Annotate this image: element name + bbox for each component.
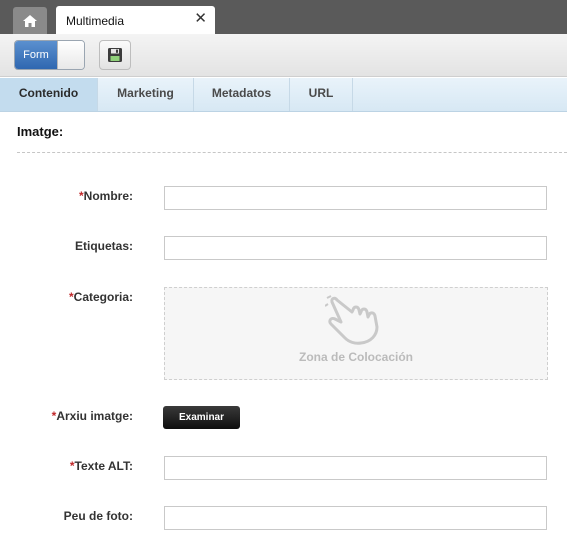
close-icon[interactable]: ✕ [194, 11, 207, 26]
document-tab[interactable]: Multimedia ✕ [56, 6, 215, 34]
save-button[interactable] [99, 40, 131, 70]
hand-pointer-icon [325, 295, 379, 345]
content-tabs: Contenido Marketing Metadatos URL [0, 78, 567, 112]
document-tab-label: Multimedia [66, 14, 125, 28]
window-titlebar: Multimedia ✕ [0, 0, 567, 34]
dropzone-text: Zona de Colocación [298, 350, 413, 364]
form-toggle-label: Form [15, 41, 57, 69]
toggle-knob[interactable] [57, 41, 84, 69]
nombre-label: *Nombre: [78, 189, 133, 203]
section-title: Imatge: [17, 124, 64, 139]
form-toggle[interactable]: Form [14, 40, 85, 70]
section-divider [17, 152, 567, 153]
tab-metadatos[interactable]: Metadatos [194, 78, 290, 111]
floppy-disk-icon [108, 48, 122, 62]
tab-contenido[interactable]: Contenido [0, 78, 98, 111]
categoria-dropzone[interactable]: Zona de Colocación [164, 287, 548, 380]
examinar-button[interactable]: Examinar [163, 406, 240, 429]
categoria-label: *Categoria: [68, 290, 133, 304]
peu-foto-input[interactable] [164, 506, 547, 530]
peu-foto-label: Peu de foto: [63, 509, 133, 523]
home-icon [23, 14, 37, 27]
etiquetas-label: Etiquetas: [74, 239, 133, 253]
arxiu-label: *Arxiu imatge: [51, 409, 133, 423]
nombre-input[interactable] [164, 186, 547, 210]
texte-alt-input[interactable] [164, 456, 547, 480]
etiquetas-input[interactable] [164, 236, 547, 260]
home-tab[interactable] [13, 7, 47, 34]
tab-url[interactable]: URL [290, 78, 353, 111]
toolbar: Form [0, 34, 567, 77]
tab-marketing[interactable]: Marketing [98, 78, 194, 111]
texte-alt-label: *Texte ALT: [69, 459, 133, 473]
